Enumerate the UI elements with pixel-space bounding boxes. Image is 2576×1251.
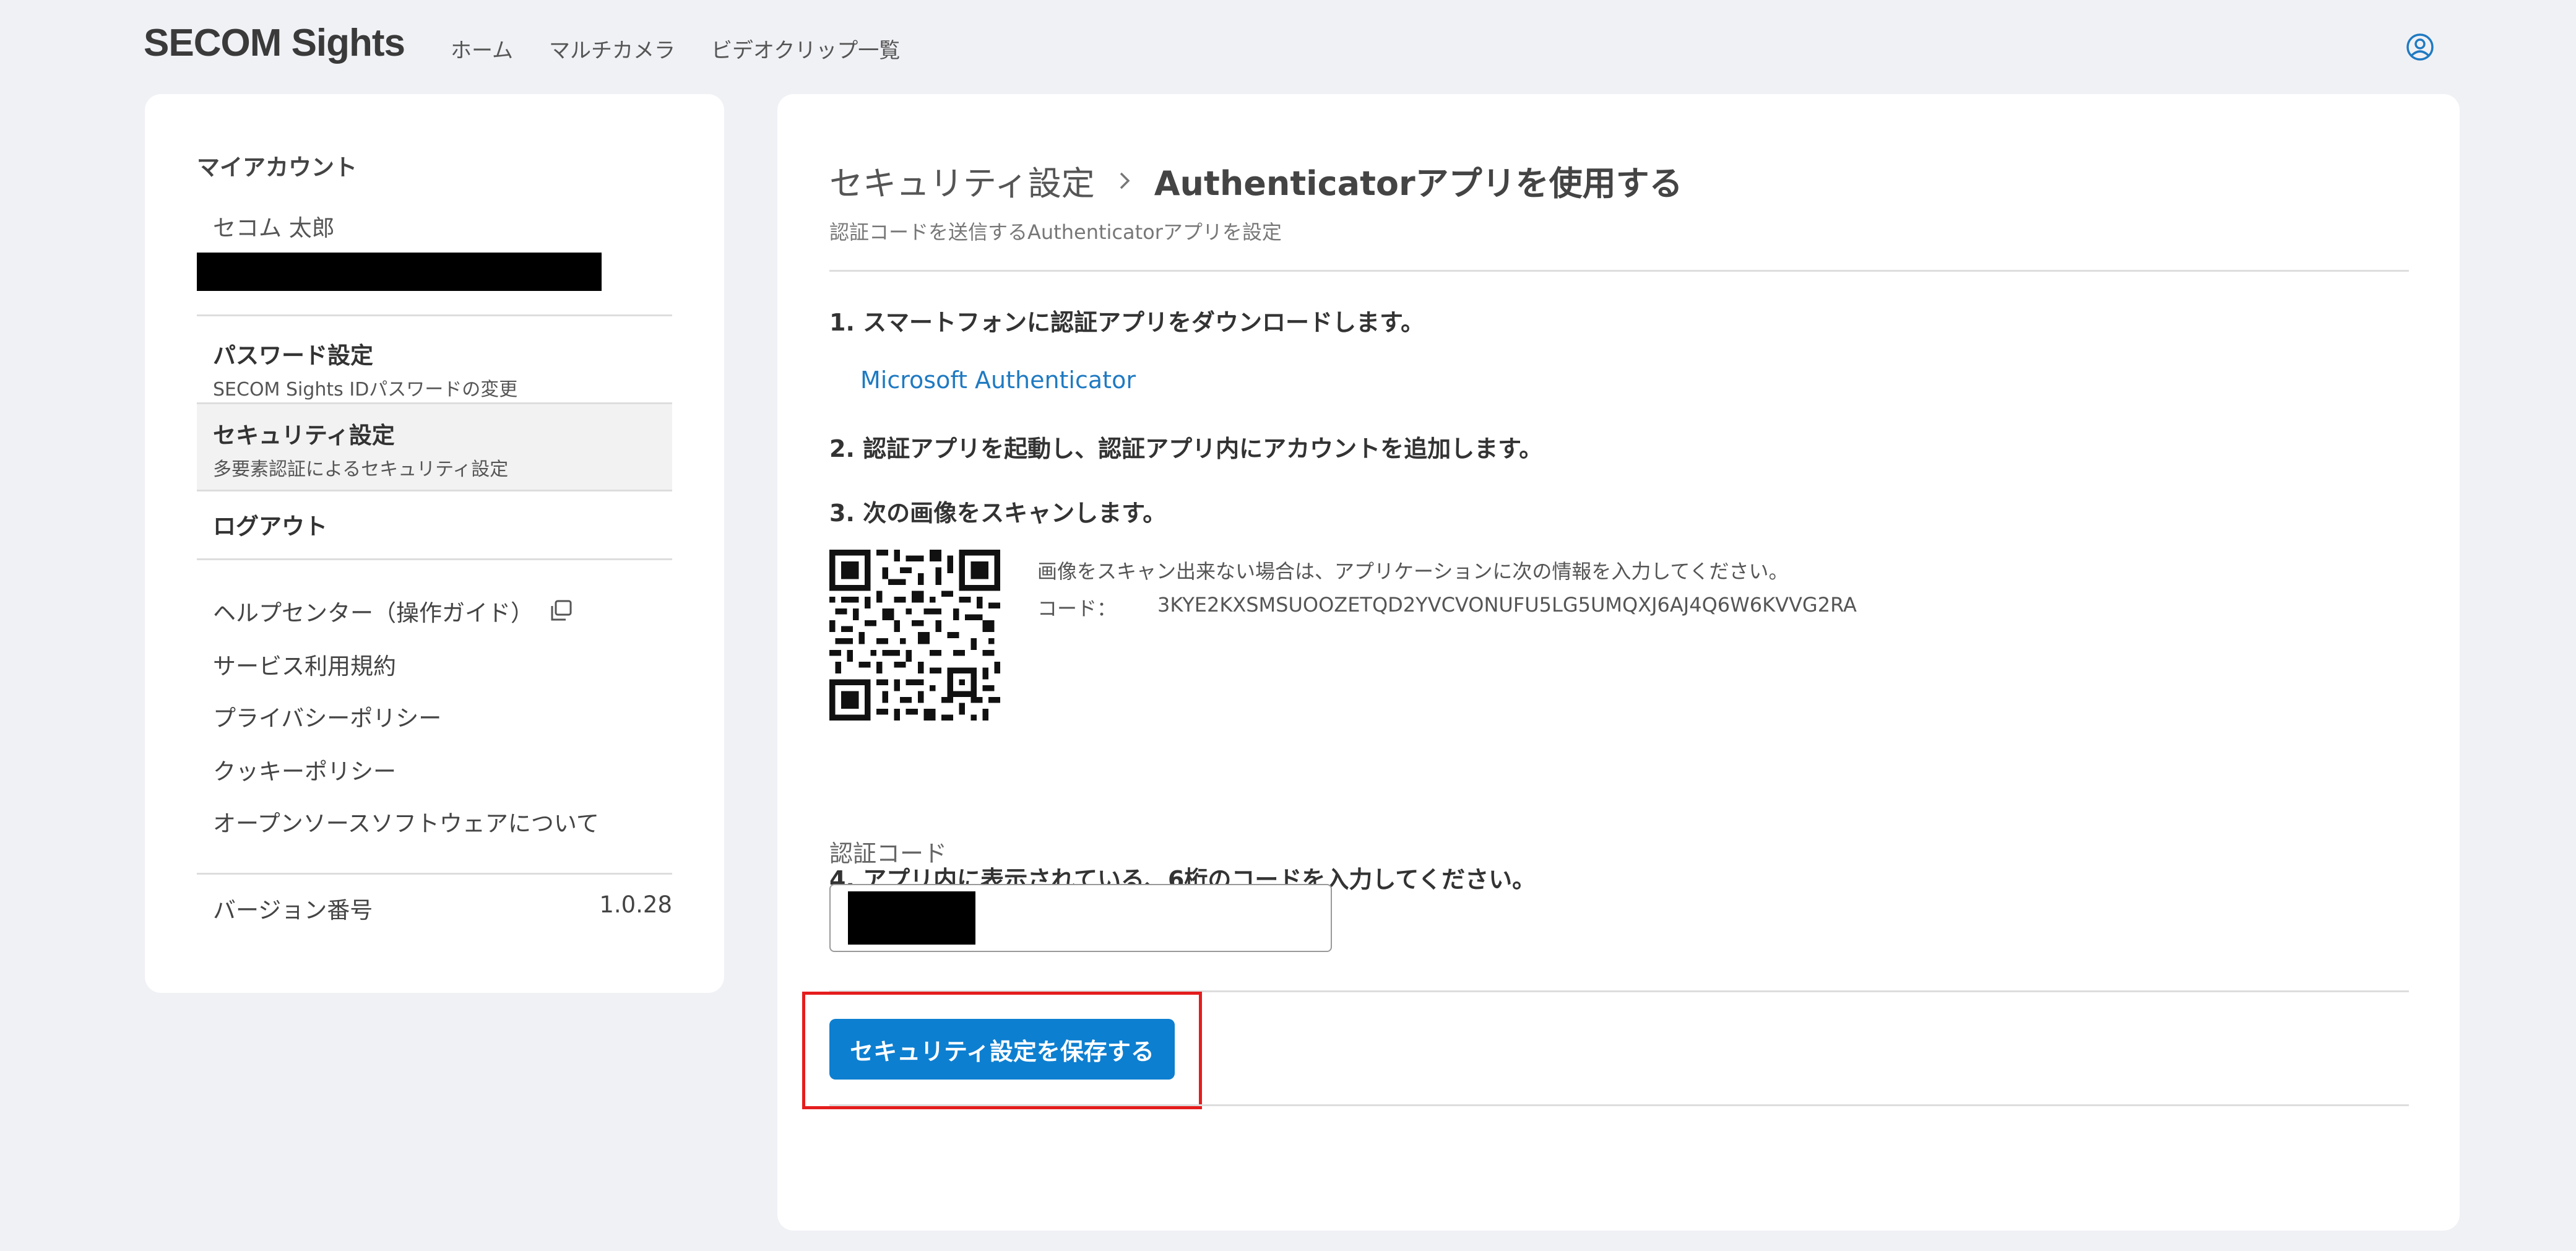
nav-home[interactable]: ホーム [451,33,513,64]
sidebar-item-subtitle: SECOM Sights IDパスワードの変更 [213,379,518,400]
secret-code-row: コード： 3KYE2KXSMSUOOZETQD2YVCVONUFU5LG5UMQ… [1037,593,1857,621]
redacted-input-value [848,891,975,945]
main-panel: セキュリティ設定 Authenticatorアプリを使用する 認証コードを送信す… [777,94,2460,1231]
sidebar-item-security[interactable]: セキュリティ設定 多要素認証によるセキュリティ設定 [197,402,672,491]
divider [829,270,2409,272]
section-title: マイアカウント [197,154,357,181]
version-label: バージョン番号 [213,897,373,924]
breadcrumb-parent[interactable]: セキュリティ設定 [829,156,1095,205]
link-open-source[interactable]: オープンソースソフトウェアについて [213,805,599,838]
main-nav: ホーム マルチカメラ ビデオクリップ一覧 [451,33,900,64]
step-3-text: 3. 次の画像をスキャンします。 [829,500,1167,527]
step-1-text: 1. スマートフォンに認証アプリをダウンロードします。 [829,309,1425,336]
microsoft-authenticator-link[interactable]: Microsoft Authenticator [860,366,1136,394]
sidebar-item-password[interactable]: パスワード設定 SECOM Sights IDパスワードの変更 [197,324,672,402]
redacted-email [197,253,602,291]
qr-code-icon [829,550,1000,721]
sidebar-item-title: ログアウト [213,513,327,540]
link-cookie-policy[interactable]: クッキーポリシー [213,753,396,786]
qr-fallback-text: 画像をスキャン出来ない場合は、アプリケーションに次の情報を入力してください。 [1037,560,1789,583]
link-label: ヘルプセンター（操作ガイド） [213,600,534,626]
chevron-right-icon [1120,172,1130,189]
secret-code-label: コード： [1037,597,1117,620]
step-2-text: 2. 認証アプリを起動し、認証アプリ内にアカウントを追加します。 [829,435,1543,462]
divider [829,1104,2409,1106]
auth-code-label: 認証コード [829,840,948,867]
sidebar-item-subtitle: 多要素認証によるセキュリティ設定 [213,459,509,480]
divider [829,990,2409,992]
divider [197,558,672,560]
link-privacy-policy[interactable]: プライバシーポリシー [213,699,441,733]
secret-code-value: 3KYE2KXSMSUOOZETQD2YVCVONUFU5LG5UMQXJ6AJ… [1157,593,1857,617]
nav-multi-camera[interactable]: マルチカメラ [549,33,675,64]
auth-code-input[interactable] [829,884,1332,952]
external-link-icon [551,600,572,621]
sidebar-item-title: セキュリティ設定 [213,422,395,449]
link-terms[interactable]: サービス利用規約 [213,647,396,681]
save-security-settings-button[interactable]: セキュリティ設定を保存する [829,1019,1175,1080]
top-header: SECOM Sights ホーム マルチカメラ ビデオクリップ一覧 [0,0,2576,93]
page-subtitle: 認証コードを送信するAuthenticatorアプリを設定 [829,220,1282,244]
sidebar-item-logout[interactable]: ログアウト [197,508,672,541]
user-circle-icon[interactable] [2405,32,2435,62]
nav-video-clips[interactable]: ビデオクリップ一覧 [711,33,900,64]
link-help-center[interactable]: ヘルプセンター（操作ガイド） [213,594,573,628]
user-name: セコム 太郎 [213,215,335,241]
account-sidebar: マイアカウント セコム 太郎 パスワード設定 SECOM Sights IDパス… [145,94,724,993]
app-logo[interactable]: SECOM Sights [144,21,405,65]
page-title: Authenticatorアプリを使用する [1154,164,1683,203]
breadcrumb: セキュリティ設定 Authenticatorアプリを使用する [829,156,1683,205]
divider [197,873,672,875]
divider [197,314,672,316]
version-value: 1.0.28 [599,891,672,918]
sidebar-item-title: パスワード設定 [213,342,373,369]
